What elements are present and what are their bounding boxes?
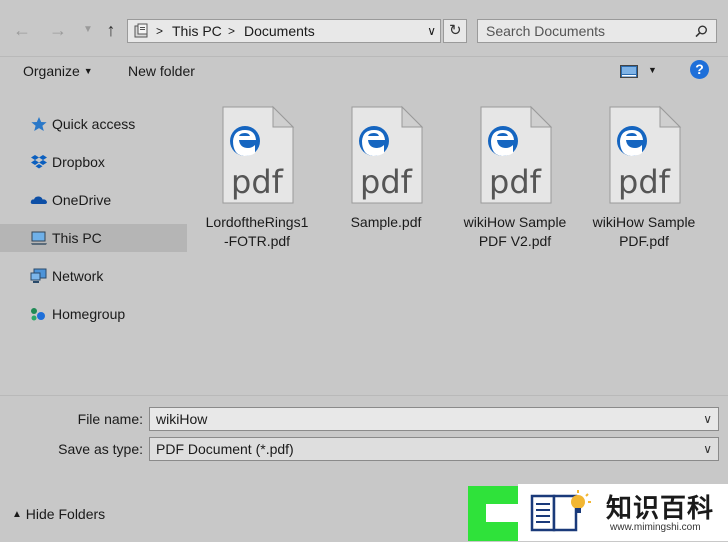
search-icon[interactable]	[695, 25, 708, 38]
sidebar-item-label: Homegroup	[52, 306, 126, 322]
file-item[interactable]: pdf LordoftheRings1 -FOTR.pdf	[195, 105, 319, 251]
file-name: Sample.pdf	[324, 213, 448, 232]
search-placeholder: Search Documents	[486, 23, 606, 39]
chevron-up-icon: ▲	[12, 509, 22, 520]
sidebar-item-dropbox[interactable]: Dropbox	[0, 148, 187, 176]
hide-folders-button[interactable]: ▲ Hide Folders	[12, 506, 105, 522]
computer-icon	[31, 231, 47, 245]
save-as-type-value: PDF Document (*.pdf)	[156, 441, 294, 457]
pdf-icon-text: pdf	[618, 163, 671, 201]
save-as-type-select[interactable]: PDF Document (*.pdf) ∨	[149, 437, 719, 461]
file-list: pdf LordoftheRings1 -FOTR.pdf pdf Sample…	[195, 95, 728, 395]
save-button[interactable]	[486, 504, 520, 522]
file-name-line1: wikiHow Sample	[463, 214, 567, 230]
command-toolbar: Organize ▼ New folder ▼ ?	[0, 57, 728, 89]
back-arrow-icon[interactable]: ←	[10, 18, 34, 42]
file-name-label: File name:	[77, 411, 143, 427]
refresh-button[interactable]: ↻	[443, 19, 467, 43]
organize-chevron-icon: ▼	[83, 66, 93, 76]
hide-folders-label: Hide Folders	[25, 506, 106, 522]
homegroup-icon	[31, 308, 45, 321]
view-chevron-icon: ▼	[648, 65, 657, 75]
help-button[interactable]: ?	[690, 60, 709, 79]
sidebar-item-label: OneDrive	[52, 192, 112, 208]
pdf-file-icon: pdf	[609, 105, 682, 204]
file-item[interactable]: pdf Sample.pdf	[324, 105, 448, 232]
breadcrumb-this-pc[interactable]: This PC	[172, 20, 222, 42]
organize-label: Organize	[23, 63, 80, 79]
new-folder-button[interactable]: New folder	[128, 63, 195, 79]
view-options-button[interactable]: ▼	[620, 65, 660, 81]
pdf-icon-text: pdf	[231, 163, 284, 201]
file-item[interactable]: pdf wikiHow Sample PDF V2.pdf	[453, 105, 577, 251]
breadcrumb-separator-icon: >	[156, 24, 164, 38]
file-name-line1: LordoftheRings1	[205, 214, 309, 230]
star-icon	[31, 117, 47, 131]
sidebar-item-label: Network	[52, 268, 104, 284]
file-name-line2: -FOTR.pdf	[223, 233, 291, 249]
breadcrumb-documents[interactable]: Documents	[244, 20, 315, 42]
breadcrumb-separator-icon: >	[228, 24, 236, 38]
file-name-input[interactable]: wikiHow ∨	[149, 407, 719, 431]
dropbox-icon	[31, 155, 47, 169]
pdf-file-icon: pdf	[222, 105, 295, 204]
pdf-file-icon: pdf	[351, 105, 424, 204]
save-button-highlight[interactable]	[468, 486, 520, 541]
sidebar-item-onedrive[interactable]: OneDrive	[0, 186, 187, 214]
file-name-line1: wikiHow Sample	[592, 214, 696, 230]
organize-button[interactable]: Organize ▼	[23, 63, 93, 79]
watermark-url: www.mimingshi.com	[610, 522, 701, 533]
watermark: 知识百科 www.mimingshi.com	[518, 484, 728, 541]
file-name-value: wikiHow	[156, 411, 208, 427]
file-name: wikiHow Sample PDF V2.pdf	[453, 213, 577, 251]
sidebar-item-quick-access[interactable]: Quick access	[0, 110, 187, 138]
sidebar-item-this-pc[interactable]: This PC	[0, 224, 187, 252]
file-name: LordoftheRings1 -FOTR.pdf	[195, 213, 319, 251]
file-name: wikiHow Sample PDF.pdf	[582, 213, 706, 251]
sidebar-item-network[interactable]: Network	[0, 262, 187, 290]
forward-arrow-icon[interactable]: →	[46, 18, 70, 42]
file-name-line2: PDF V2.pdf	[478, 233, 552, 249]
book-lightbulb-logo-icon	[530, 490, 591, 532]
pdf-file-icon: pdf	[480, 105, 553, 204]
file-name-line2: PDF.pdf	[619, 233, 669, 249]
file-name-dropdown-chevron-icon[interactable]: ∨	[703, 408, 712, 430]
help-icon: ?	[695, 61, 704, 77]
address-path-field[interactable]: > This PC > Documents ∨	[127, 19, 441, 43]
sidebar-item-label: Dropbox	[52, 154, 105, 170]
address-dropdown-chevron-icon[interactable]: ∨	[427, 20, 436, 42]
network-icon	[30, 268, 47, 283]
file-item[interactable]: pdf wikiHow Sample PDF.pdf	[582, 105, 706, 251]
navigation-pane: Quick access Dropbox OneDrive This PC Ne…	[0, 95, 187, 395]
sidebar-item-label: This PC	[52, 230, 102, 246]
sidebar-item-homegroup[interactable]: Homegroup	[0, 300, 187, 328]
save-as-type-chevron-icon: ∨	[703, 442, 712, 456]
watermark-text: 知识百科	[606, 494, 715, 524]
sidebar-item-label: Quick access	[52, 116, 136, 132]
file-name-line1: Sample.pdf	[350, 214, 422, 230]
refresh-icon: ↻	[449, 22, 462, 39]
cloud-icon	[30, 196, 47, 204]
recent-locations-chevron-icon[interactable]: ▼	[76, 18, 100, 42]
address-bar: ← → ▼ ↑ > This PC > Documents ∨ ↻ Search…	[0, 0, 728, 57]
search-input[interactable]: Search Documents	[477, 19, 717, 43]
save-as-type-label: Save as type:	[58, 441, 143, 457]
folder-location-icon	[134, 23, 148, 38]
pdf-icon-text: pdf	[489, 163, 542, 201]
pdf-icon-text: pdf	[360, 163, 413, 201]
view-thumbnail-icon	[620, 65, 638, 78]
up-arrow-icon[interactable]: ↑	[99, 18, 123, 42]
